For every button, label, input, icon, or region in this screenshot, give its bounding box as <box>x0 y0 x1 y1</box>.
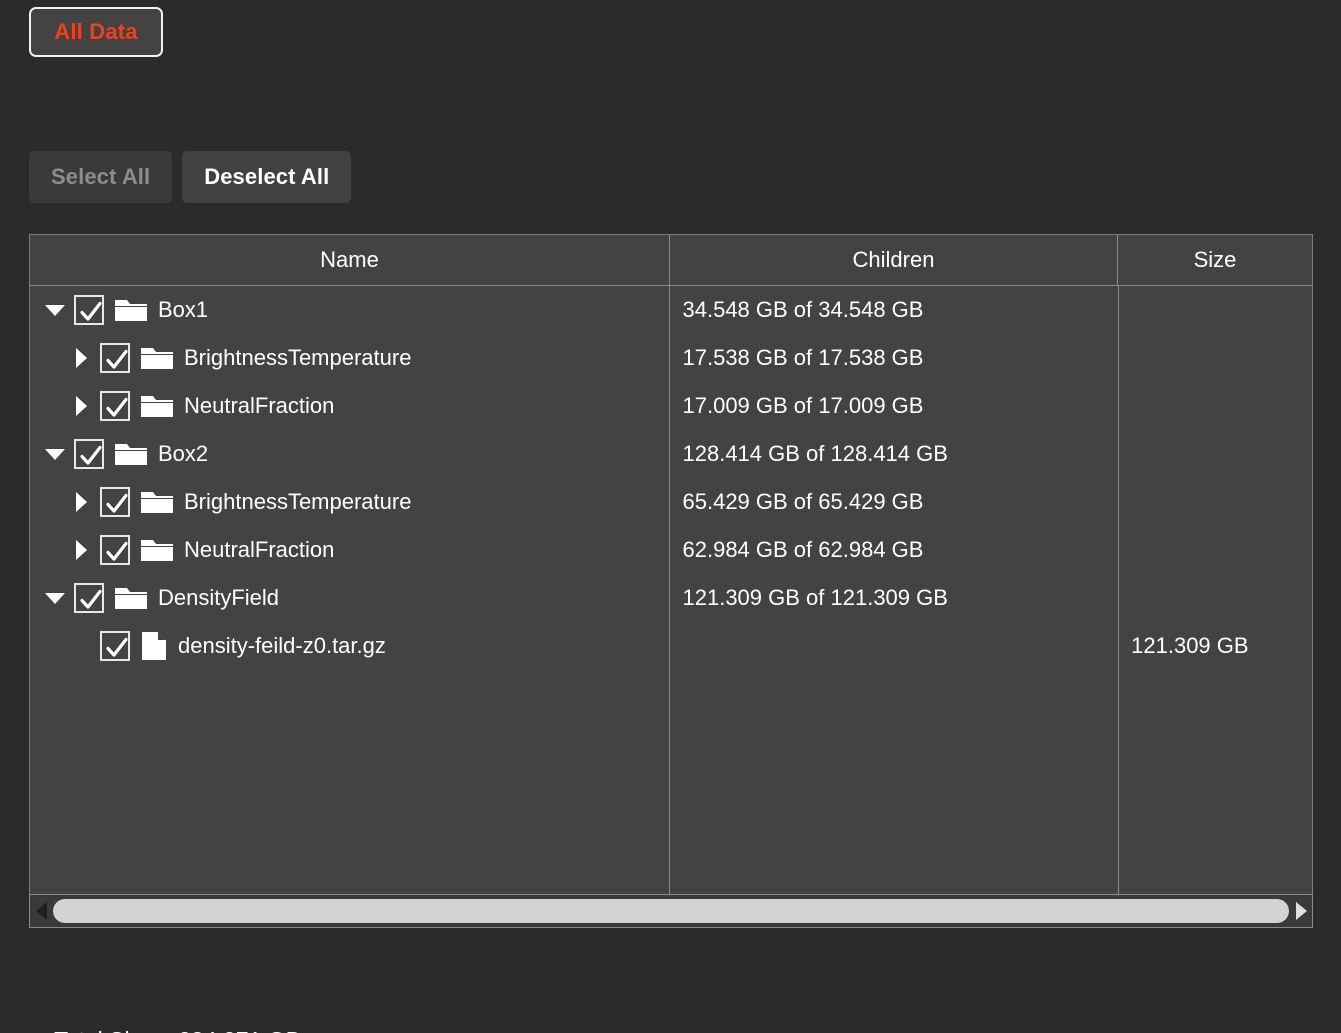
tab-bar: All Data <box>0 0 1341 66</box>
table-row[interactable]: density-feild-z0.tar.gz 121.309 GB <box>30 622 1312 670</box>
folder-icon <box>114 584 148 612</box>
cell-children: 65.429 GB of 65.429 GB <box>682 489 924 514</box>
cell-children: 121.309 GB of 121.309 GB <box>682 585 948 610</box>
expander-placeholder <box>68 622 94 670</box>
cell-size <box>1117 526 1312 574</box>
folder-icon <box>114 440 148 468</box>
cell-size <box>1117 382 1312 430</box>
row-checkbox[interactable] <box>100 535 130 565</box>
table-row[interactable]: BrightnessTemperature 17.538 GB of 17.538… <box>30 334 1312 382</box>
cell-children <box>669 622 1118 670</box>
deselect-all-label: Deselect All <box>204 164 330 189</box>
cell-children: 62.984 GB of 62.984 GB <box>682 537 924 562</box>
cell-children: 17.009 GB of 17.009 GB <box>682 393 924 418</box>
column-header-name-label: Name <box>320 247 379 272</box>
cell-name: density-feild-z0.tar.gz <box>30 622 669 670</box>
cell-children: 17.538 GB of 17.538 GB <box>682 345 924 370</box>
cell-name: Box1 <box>30 286 669 334</box>
tree-rows: Box1 34.548 GB of 34.548 GB BrightnessTemp… <box>30 286 1312 670</box>
expander-collapse-icon[interactable] <box>42 286 68 334</box>
cell-name: NeutralFraction <box>30 526 669 574</box>
folder-icon <box>140 536 174 564</box>
total-size-footer: Total Size: 284.271 GB <box>29 1000 301 1033</box>
column-header-children-label: Children <box>852 247 935 272</box>
total-size-label: Total Size: <box>54 1027 160 1033</box>
tab-all-data-label: All Data <box>54 19 138 44</box>
cell-children: 128.414 GB of 128.414 GB <box>682 441 948 466</box>
folder-icon <box>114 296 148 324</box>
column-header-size-label: Size <box>1193 247 1237 272</box>
expander-expand-icon[interactable] <box>68 478 94 526</box>
file-tree-table: Name Children Size Box1 34.548 GB of 34.5… <box>29 234 1313 928</box>
column-header-size[interactable]: Size <box>1117 235 1312 285</box>
app-root: All Data Select All Deselect All Name Ch… <box>0 0 1341 1033</box>
cell-children: 34.548 GB of 34.548 GB <box>682 297 924 322</box>
total-size-value: 284.271 GB <box>178 1027 301 1033</box>
row-checkbox[interactable] <box>100 343 130 373</box>
row-name-label: Box2 <box>158 441 209 466</box>
cell-size: 121.309 GB <box>1131 633 1249 658</box>
row-checkbox[interactable] <box>74 583 104 613</box>
table-row[interactable]: DensityField 121.309 GB of 121.309 GB <box>30 574 1312 622</box>
file-icon <box>140 630 168 662</box>
table-row[interactable]: Box1 34.548 GB of 34.548 GB <box>30 286 1312 334</box>
cell-size <box>1117 334 1312 382</box>
column-header-name[interactable]: Name <box>30 235 669 285</box>
table-row[interactable]: Box2 128.414 GB of 128.414 GB <box>30 430 1312 478</box>
expander-expand-icon[interactable] <box>68 382 94 430</box>
cell-size <box>1117 574 1312 622</box>
folder-icon <box>140 344 174 372</box>
select-all-label: Select All <box>51 164 151 189</box>
table-row[interactable]: BrightnessTemperature 65.429 GB of 65.429… <box>30 478 1312 526</box>
scroll-left-icon[interactable] <box>30 895 52 927</box>
folder-icon <box>140 488 174 516</box>
table-header: Name Children Size <box>30 235 1312 286</box>
table-row[interactable]: NeutralFraction 17.009 GB of 17.009 GB <box>30 382 1312 430</box>
row-name-label: density-feild-z0.tar.gz <box>178 633 386 658</box>
expander-expand-icon[interactable] <box>68 526 94 574</box>
row-name-label: NeutralFraction <box>184 537 335 562</box>
horizontal-scrollbar[interactable] <box>29 894 1313 928</box>
expander-collapse-icon[interactable] <box>42 574 68 622</box>
expander-collapse-icon[interactable] <box>42 430 68 478</box>
row-checkbox[interactable] <box>74 295 104 325</box>
scroll-right-icon[interactable] <box>1290 895 1312 927</box>
selection-toolbar: Select All Deselect All <box>29 151 352 203</box>
cell-size <box>1117 286 1312 334</box>
cell-name: BrightnessTemperature <box>30 334 669 382</box>
row-name-label: NeutralFraction <box>184 393 335 418</box>
cell-name: NeutralFraction <box>30 382 669 430</box>
row-name-label: Box1 <box>158 297 209 322</box>
deselect-all-button[interactable]: Deselect All <box>182 151 352 203</box>
table-body: Box1 34.548 GB of 34.548 GB BrightnessTemp… <box>30 286 1312 911</box>
column-header-children[interactable]: Children <box>669 235 1117 285</box>
scrollbar-thumb[interactable] <box>53 899 1289 923</box>
tab-all-data[interactable]: All Data <box>29 7 163 57</box>
cell-name: BrightnessTemperature <box>30 478 669 526</box>
cell-name: Box2 <box>30 430 669 478</box>
row-checkbox[interactable] <box>100 487 130 517</box>
row-name-label: BrightnessTemperature <box>184 489 412 514</box>
row-checkbox[interactable] <box>74 439 104 469</box>
row-checkbox[interactable] <box>100 391 130 421</box>
row-name-label: BrightnessTemperature <box>184 345 412 370</box>
cell-size <box>1117 430 1312 478</box>
row-name-label: DensityField <box>158 585 280 610</box>
folder-icon <box>140 392 174 420</box>
select-all-button[interactable]: Select All <box>29 151 173 203</box>
expander-expand-icon[interactable] <box>68 334 94 382</box>
cell-size <box>1117 478 1312 526</box>
cell-name: DensityField <box>30 574 669 622</box>
table-row[interactable]: NeutralFraction 62.984 GB of 62.984 GB <box>30 526 1312 574</box>
row-checkbox[interactable] <box>100 631 130 661</box>
